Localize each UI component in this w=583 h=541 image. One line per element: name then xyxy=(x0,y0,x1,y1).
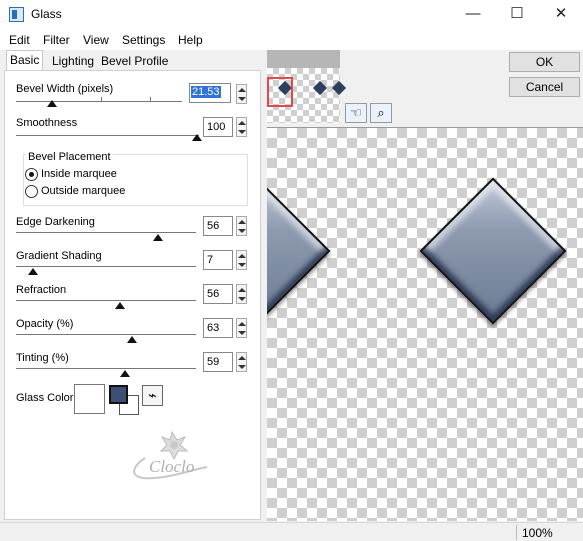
smoothness-slider-track[interactable] xyxy=(16,135,199,136)
edge-darkening-spinner[interactable] xyxy=(236,216,247,236)
app-icon xyxy=(9,7,24,22)
menu-view[interactable]: View xyxy=(83,33,109,47)
menu-edit[interactable]: Edit xyxy=(9,33,30,47)
spin-down-icon xyxy=(238,263,246,267)
refraction-slider-thumb[interactable] xyxy=(115,302,125,309)
edge-darkening-input[interactable]: 56 xyxy=(203,216,233,236)
opacity-slider-thumb[interactable] xyxy=(127,336,137,343)
opacity-spinner[interactable] xyxy=(236,318,247,338)
tab-strip: Basic Lighting Bevel Profile xyxy=(0,50,262,71)
cloclo-watermark-logo: Cloclo xyxy=(133,430,208,480)
gradient-shading-input[interactable]: 7 xyxy=(203,250,233,270)
magnifier-icon[interactable]: ⌕ xyxy=(370,103,392,123)
inside-marquee-radio[interactable] xyxy=(25,168,38,181)
spin-down-icon xyxy=(238,97,246,101)
bevel-width-value: 21.53 xyxy=(191,86,221,98)
bevel-width-spinner[interactable] xyxy=(236,84,247,104)
opacity-label: Opacity (%) xyxy=(16,318,74,330)
ok-button[interactable]: OK xyxy=(509,52,580,72)
bevel-width-slider-tick xyxy=(101,97,102,101)
glass-color-label: Glass Color xyxy=(16,392,74,404)
gradient-shading-slider-thumb[interactable] xyxy=(28,268,38,275)
foreground-color-swatch[interactable] xyxy=(109,385,128,404)
inside-marquee-label[interactable]: Inside marquee xyxy=(41,168,117,180)
status-bar: 100% xyxy=(0,522,583,541)
minimize-button[interactable]: — xyxy=(451,0,495,30)
spin-down-icon xyxy=(238,365,246,369)
menu-bar: Edit Filter View Settings Help xyxy=(0,30,583,50)
cancel-button[interactable]: Cancel xyxy=(509,77,580,97)
bevel-width-slider-tick xyxy=(150,97,151,101)
tinting-spinner[interactable] xyxy=(236,352,247,372)
spin-up-icon xyxy=(238,121,246,125)
hand-icon[interactable]: ☜ xyxy=(345,103,367,123)
spin-up-icon xyxy=(238,254,246,258)
refraction-slider-track[interactable] xyxy=(16,300,196,301)
preview-canvas[interactable] xyxy=(267,127,583,521)
spin-down-icon xyxy=(238,229,246,233)
edge-darkening-label: Edge Darkening xyxy=(16,216,95,228)
tab-basic[interactable]: Basic xyxy=(6,50,44,71)
spin-down-icon xyxy=(238,130,246,134)
tinting-input[interactable]: 59 xyxy=(203,352,233,372)
spin-up-icon xyxy=(238,322,246,326)
menu-help[interactable]: Help xyxy=(178,33,203,47)
glass-color-swatch[interactable] xyxy=(74,384,105,414)
preview-toolbox: ☜ ⌕ xyxy=(340,101,395,125)
smoothness-input[interactable]: 100 xyxy=(203,117,233,137)
glass-gem-right xyxy=(419,177,567,325)
spin-up-icon xyxy=(238,88,246,92)
smoothness-slider-thumb[interactable] xyxy=(192,134,202,141)
eyedropper-icon[interactable]: ⌁ xyxy=(142,385,163,406)
smoothness-spinner[interactable] xyxy=(236,117,247,137)
cloclo-watermark-text: Cloclo xyxy=(149,457,194,476)
smoothness-label: Smoothness xyxy=(16,117,78,129)
maximize-button[interactable]: ☐ xyxy=(495,0,539,30)
spin-up-icon xyxy=(238,356,246,360)
bevel-width-input[interactable]: 21.53 xyxy=(189,83,231,103)
edge-darkening-slider-thumb[interactable] xyxy=(153,234,163,241)
zoom-level: 100% xyxy=(522,526,553,540)
refraction-input[interactable]: 56 xyxy=(203,284,233,304)
gradient-shading-label: Gradient Shading xyxy=(16,250,102,262)
menu-settings[interactable]: Settings xyxy=(122,33,165,47)
opacity-input[interactable]: 63 xyxy=(203,318,233,338)
gradient-shading-slider-track[interactable] xyxy=(16,266,196,267)
outside-marquee-label[interactable]: Outside marquee xyxy=(41,185,125,197)
spin-down-icon xyxy=(238,331,246,335)
tab-bevel-profile[interactable]: Bevel Profile xyxy=(98,52,171,70)
tab-lighting[interactable]: Lighting xyxy=(49,52,97,70)
glass-gem-left xyxy=(267,177,331,325)
tinting-label: Tinting (%) xyxy=(16,352,69,364)
navigator-view-box[interactable] xyxy=(267,77,293,107)
bevel-placement-title: Bevel Placement xyxy=(26,151,113,163)
refraction-label: Refraction xyxy=(16,284,67,296)
tinting-slider-track[interactable] xyxy=(16,368,196,369)
menu-filter[interactable]: Filter xyxy=(43,33,70,47)
bevel-width-label: Bevel Width (pixels) xyxy=(16,83,114,95)
bevel-width-slider-track[interactable] xyxy=(16,101,182,102)
status-divider xyxy=(516,525,517,540)
spin-down-icon xyxy=(238,297,246,301)
bevel-width-slider-thumb[interactable] xyxy=(47,100,57,107)
refraction-spinner[interactable] xyxy=(236,284,247,304)
edge-darkening-slider-track[interactable] xyxy=(16,232,196,233)
tinting-slider-thumb[interactable] xyxy=(120,370,130,377)
outside-marquee-radio[interactable] xyxy=(25,185,38,198)
gradient-shading-spinner[interactable] xyxy=(236,250,247,270)
spin-up-icon xyxy=(238,220,246,224)
spin-up-icon xyxy=(238,288,246,292)
close-button[interactable]: ✕ xyxy=(539,0,583,30)
title-bar: Glass — ☐ ✕ xyxy=(0,0,583,30)
opacity-slider-track[interactable] xyxy=(16,334,196,335)
window-title: Glass xyxy=(31,7,62,21)
